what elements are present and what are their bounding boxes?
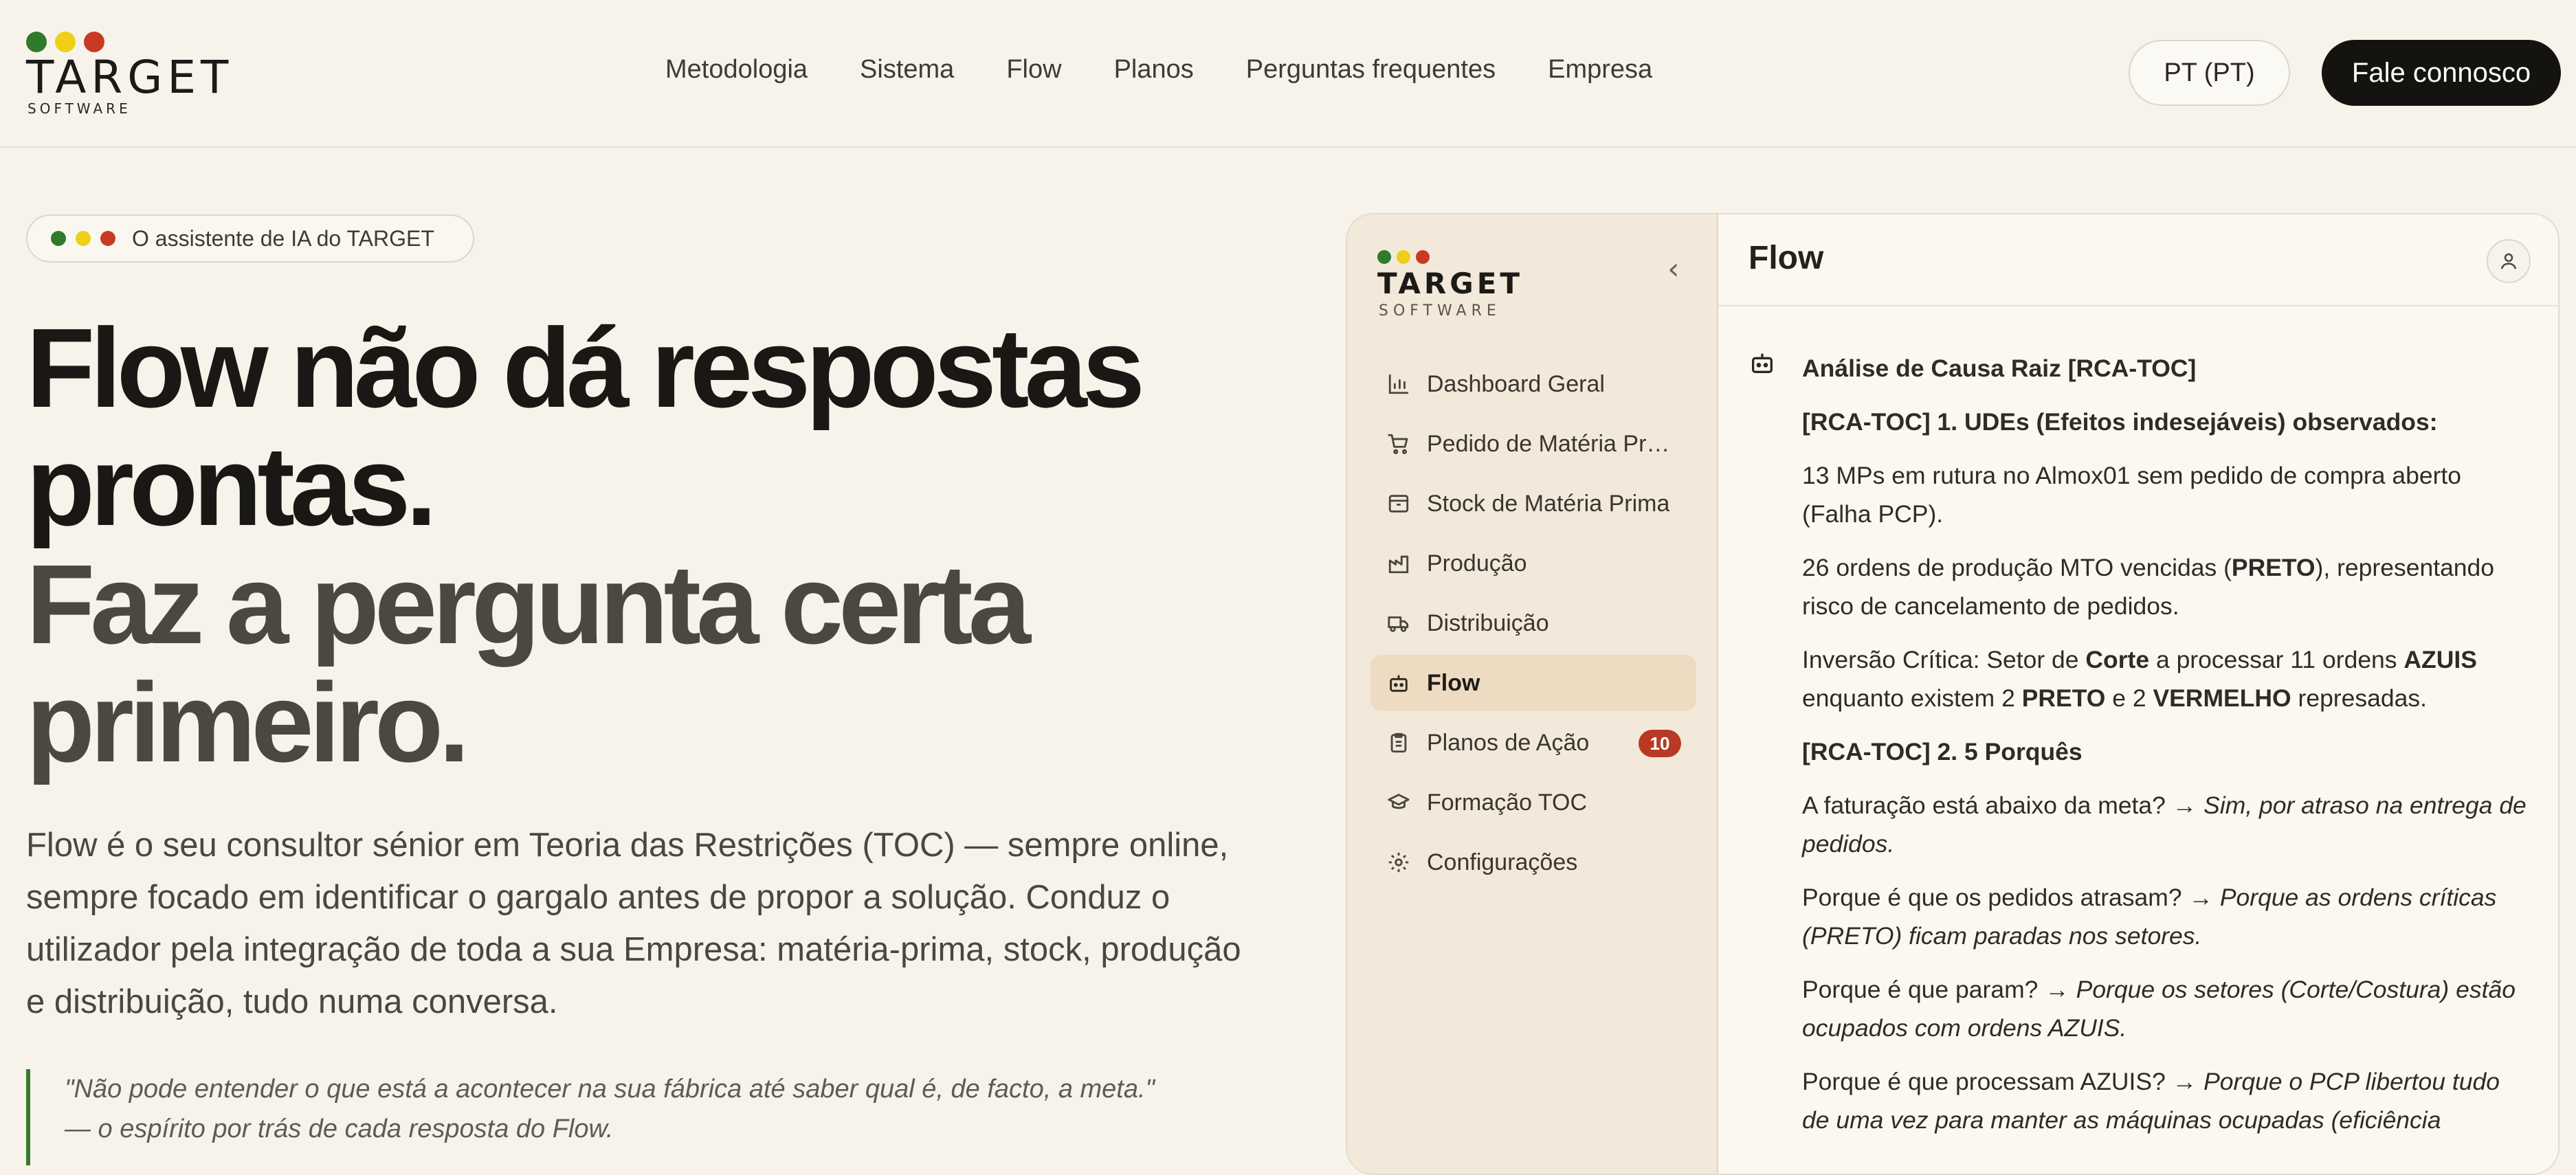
- message-paragraph: Inversão Crítica: Setor de Corte a proce…: [1802, 646, 2477, 712]
- app-logo-dot-red: [1416, 250, 1430, 264]
- site-header: TARGET SOFTWARE Metodologia Sistema Flow…: [0, 0, 2576, 148]
- chat-area: Análise de Causa Raiz [RCA-TOC] [RCA-TOC…: [1718, 308, 2558, 1174]
- flow-app-preview: TARGET SOFTWARE ‹ Dashboard Geral Pedido…: [1346, 213, 2560, 1175]
- hero-quote: "Não pode entender o que está a acontece…: [26, 1069, 1263, 1165]
- app-logo-wordmark: TARGET: [1377, 267, 1524, 300]
- hero-title-line2: Faz a pergunta certa primeiro.: [26, 541, 1031, 785]
- app-page-title: Flow: [1748, 240, 1824, 276]
- app-logo-dots: [1377, 250, 1430, 264]
- hero-title-line1: Flow não dá respostas prontas.: [26, 305, 1145, 549]
- sidebar-item-label: Stock de Matéria Prima: [1427, 490, 1670, 517]
- app-logo-subtitle: SOFTWARE: [1379, 302, 1501, 320]
- nav-empresa[interactable]: Empresa: [1548, 55, 1652, 85]
- app-sidebar: TARGET SOFTWARE ‹ Dashboard Geral Pedido…: [1347, 214, 1718, 1174]
- bot-icon: [1386, 670, 1412, 696]
- app-logo-dot-yellow: [1397, 250, 1410, 264]
- logo-dot-yellow: [55, 32, 76, 52]
- assistant-bot-icon: [1748, 349, 1776, 380]
- hero-description: Flow é o seu consultor sénior em Teoria …: [26, 827, 1241, 1020]
- assistant-message: Análise de Causa Raiz [RCA-TOC] [RCA-TOC…: [1802, 349, 2531, 1154]
- sidebar-item-label: Formação TOC: [1427, 789, 1588, 816]
- logo-dot-green: [26, 32, 47, 52]
- language-selector-button[interactable]: PT (PT): [2129, 40, 2290, 106]
- quote-attribution: — o espírito por trás de cada resposta d…: [65, 1115, 614, 1143]
- bar-chart-icon: [1386, 371, 1412, 397]
- pill-dot-yellow: [76, 231, 91, 246]
- collapse-sidebar-icon[interactable]: ‹: [1667, 251, 1680, 287]
- quote-text: "Não pode entender o que está a acontece…: [65, 1075, 1155, 1104]
- message-section-heading: [RCA-TOC] 2. 5 Porquês: [1802, 738, 2083, 765]
- message-section-heading: [RCA-TOC] 1. UDEs (Efeitos indesejáveis)…: [1802, 408, 2438, 436]
- user-icon: [2500, 253, 2517, 269]
- sidebar-item-label: Dashboard Geral: [1427, 370, 1605, 397]
- gear-icon: [1386, 849, 1412, 875]
- sidebar-item-planos-de-acao[interactable]: Planos de Ação 10: [1370, 715, 1696, 771]
- truck-icon: [1386, 610, 1412, 636]
- sidebar-item-flow[interactable]: Flow: [1370, 655, 1696, 711]
- logo-dots: [26, 32, 104, 52]
- message-paragraph: A faturação está abaixo da meta? → Sim, …: [1802, 792, 2527, 858]
- nav-perguntas-frequentes[interactable]: Perguntas frequentes: [1246, 55, 1496, 85]
- app-sidebar-nav: Dashboard Geral Pedido de Matéria Prima …: [1370, 356, 1696, 894]
- sidebar-item-label: Planos de Ação: [1427, 729, 1590, 756]
- hero-title: Flow não dá respostas prontas. Faz a per…: [26, 309, 1236, 782]
- sidebar-item-formacao-toc[interactable]: Formação TOC: [1370, 774, 1696, 831]
- cart-icon: [1386, 431, 1412, 457]
- message-paragraph: Porque é que param? → Porque os setores …: [1802, 976, 2516, 1042]
- sidebar-item-label: Distribuição: [1427, 609, 1549, 636]
- logo-wordmark: TARGET: [26, 51, 234, 104]
- contact-button[interactable]: Fale connosco: [2322, 40, 2561, 106]
- clipboard-icon: [1386, 730, 1412, 756]
- message-paragraph: Porque é que os pedidos atrasam? → Porqu…: [1802, 884, 2497, 950]
- sidebar-item-label: Configurações: [1427, 849, 1578, 875]
- sidebar-item-label: Flow: [1427, 669, 1480, 696]
- sidebar-item-dashboard-geral[interactable]: Dashboard Geral: [1370, 356, 1696, 412]
- pill-label: O assistente de IA do TARGET: [132, 225, 434, 251]
- sidebar-item-configuracoes[interactable]: Configurações: [1370, 834, 1696, 891]
- logo-dot-red: [84, 32, 104, 52]
- message-paragraph: 26 ordens de produção MTO vencidas (PRET…: [1802, 554, 2495, 620]
- message-paragraph: Porque é que processam AZUIS? → Porque o…: [1802, 1068, 2500, 1134]
- main-nav: Metodologia Sistema Flow Planos Pergunta…: [665, 55, 1652, 85]
- sidebar-item-pedido-materia-prima[interactable]: Pedido de Matéria Prima: [1370, 416, 1696, 472]
- sidebar-item-label: Pedido de Matéria Prima: [1427, 430, 1671, 457]
- ai-assistant-pill: O assistente de IA do TARGET: [26, 214, 474, 262]
- app-header: Flow: [1718, 214, 2558, 306]
- sidebar-item-distribuicao[interactable]: Distribuição: [1370, 595, 1696, 651]
- app-logo: TARGET SOFTWARE: [1377, 250, 1556, 326]
- nav-planos[interactable]: Planos: [1114, 55, 1194, 85]
- app-logo-dot-green: [1377, 250, 1391, 264]
- nav-flow[interactable]: Flow: [1006, 55, 1061, 85]
- box-icon: [1386, 491, 1412, 517]
- pill-dot-red: [100, 231, 115, 246]
- nav-metodologia[interactable]: Metodologia: [665, 55, 808, 85]
- sidebar-item-producao[interactable]: Produção: [1370, 535, 1696, 592]
- notification-badge: 10: [1639, 730, 1681, 757]
- factory-icon: [1386, 550, 1412, 577]
- nav-sistema[interactable]: Sistema: [860, 55, 954, 85]
- message-paragraph: 13 MPs em rutura no Almox01 sem pedido d…: [1802, 462, 2462, 528]
- user-avatar[interactable]: [2487, 239, 2531, 283]
- site-logo[interactable]: TARGET SOFTWARE: [26, 27, 232, 124]
- logo-subtitle: SOFTWARE: [27, 100, 131, 117]
- sidebar-item-label: Produção: [1427, 550, 1527, 577]
- pill-dot-green: [51, 231, 66, 246]
- message-title: Análise de Causa Raiz [RCA-TOC]: [1802, 355, 2197, 382]
- graduation-cap-icon: [1386, 790, 1412, 816]
- sidebar-item-stock-materia-prima[interactable]: Stock de Matéria Prima: [1370, 475, 1696, 532]
